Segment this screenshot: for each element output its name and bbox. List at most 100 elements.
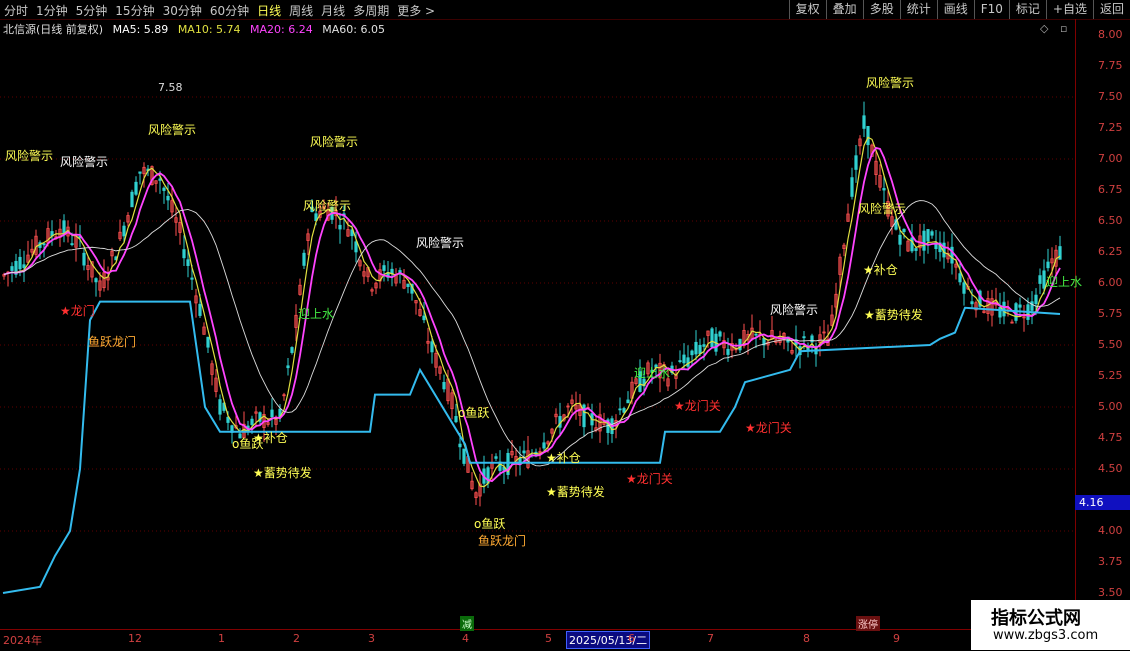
candle-body <box>970 301 974 305</box>
date-tick: 2024年 <box>3 634 42 647</box>
candle-body <box>882 188 886 191</box>
candle-body <box>10 266 14 271</box>
current-price-tag: 4.16 <box>1075 495 1130 510</box>
date-tick: 5 <box>545 632 552 645</box>
watermark-url: www.zbgs3.com <box>993 628 1099 643</box>
price-axis: 8.00 7.75 7.50 7.25 7.00 6.75 6.50 6.25 6.00 5.75… <box>1075 19 1130 629</box>
candle-body <box>626 399 630 404</box>
signal-label: 迎上水 <box>298 307 335 321</box>
toolbar-button[interactable]: 画线 <box>936 0 974 19</box>
price-tick: 4.75 <box>1098 431 1123 444</box>
date-tick: 4 <box>462 632 469 645</box>
candle-body <box>1034 294 1038 305</box>
event-limit-up-badge[interactable]: 涨停 <box>856 616 880 631</box>
signal-label: 风险警示 <box>5 149 54 163</box>
candle-body <box>922 230 926 251</box>
candle-body <box>94 278 98 283</box>
candle-body <box>182 249 186 259</box>
candle-body <box>206 336 210 348</box>
period-tab[interactable]: 多周期 <box>353 2 389 19</box>
period-tab[interactable]: 更多 > <box>397 2 435 19</box>
price-tick: 6.50 <box>1098 214 1123 227</box>
candle-body <box>898 234 902 245</box>
candle-body <box>138 171 142 174</box>
candle-body <box>82 252 86 266</box>
candle-body <box>1046 261 1050 269</box>
toolbar-button[interactable]: 叠加 <box>825 0 863 19</box>
candle-body <box>690 350 694 356</box>
signal-label: 迎上水 <box>1046 275 1083 289</box>
signal-label: 风险警示 <box>148 123 197 137</box>
signal-label: ★蓄势待发 <box>253 466 312 480</box>
candle-body <box>134 181 138 195</box>
candle-body <box>998 307 1002 318</box>
candle-body <box>338 224 342 230</box>
candle-body <box>1038 275 1042 284</box>
signal-label: ★蓄势待发 <box>546 485 605 499</box>
toolbar-button[interactable]: F10 <box>973 0 1009 19</box>
signal-label: 风险警示 <box>770 303 819 317</box>
toolbar-button[interactable]: 返回 <box>1092 0 1130 19</box>
toolbar-button[interactable]: 复权 <box>788 0 826 19</box>
signal-label: 鱼跃龙门 <box>88 335 137 349</box>
candle-body <box>698 344 702 354</box>
period-tab[interactable]: 60分钟 <box>210 2 249 19</box>
period-tab[interactable]: 周线 <box>289 2 313 19</box>
signal-label: 风险警示 <box>866 76 915 90</box>
candle-body <box>454 416 458 423</box>
period-tab[interactable]: 5分钟 <box>76 2 108 19</box>
candle-body <box>218 399 222 415</box>
date-tick: 8 <box>803 632 810 645</box>
candle-body <box>850 177 854 197</box>
toolbar-button[interactable]: +自选 <box>1045 0 1093 19</box>
candle-body <box>70 243 74 246</box>
price-tick: 7.75 <box>1098 59 1123 72</box>
candle-body <box>18 256 22 270</box>
candle-body <box>910 237 914 252</box>
candle-body <box>130 191 134 208</box>
toolbar-button[interactable]: 多股 <box>862 0 900 19</box>
price-tick: 5.00 <box>1098 400 1123 413</box>
toolbar-button[interactable]: 统计 <box>899 0 937 19</box>
candle-body <box>902 228 906 233</box>
signal-label: ★补仓 <box>253 431 288 445</box>
candle-body <box>618 408 622 411</box>
period-tab[interactable]: 日线 <box>257 2 281 19</box>
date-tick: 12 <box>128 632 142 645</box>
date-tick: 7 <box>707 632 714 645</box>
candle-body <box>958 273 962 283</box>
signal-label: 风险警示 <box>303 199 352 213</box>
signal-label: 风险警示 <box>416 236 465 250</box>
toolbar-button[interactable]: 标记 <box>1008 0 1046 19</box>
kline-chart[interactable]: 7.58 <box>0 19 1075 629</box>
candle-body <box>1030 301 1034 311</box>
date-tick: 1 <box>218 632 225 645</box>
period-tab[interactable]: 分时 <box>4 2 28 19</box>
price-tick: 7.00 <box>1098 152 1123 165</box>
period-tab[interactable]: 1分钟 <box>36 2 68 19</box>
price-tick: 4.50 <box>1098 462 1123 475</box>
candle-body <box>430 341 434 353</box>
candle-body <box>718 331 722 337</box>
candle-body <box>422 315 426 321</box>
candle-body <box>622 408 626 413</box>
candle-body <box>250 418 254 425</box>
signal-label: ★蓄势待发 <box>864 308 923 322</box>
candle-body <box>522 450 526 454</box>
signal-label: 迎上水 <box>634 366 671 380</box>
signal-label: ★龙门关 <box>745 421 792 435</box>
price-tick: 3.50 <box>1098 586 1123 599</box>
candle-body <box>462 448 466 464</box>
period-tab[interactable]: 30分钟 <box>163 2 202 19</box>
candle-body <box>686 357 690 367</box>
period-tab[interactable]: 15分钟 <box>115 2 154 19</box>
candle-body <box>382 265 386 271</box>
candle-body <box>166 195 170 201</box>
event-reduce-badge[interactable]: 减 <box>460 616 474 631</box>
candle-body <box>694 341 698 355</box>
candle-body <box>198 303 202 316</box>
support-line <box>2 300 1061 594</box>
period-tab[interactable]: 月线 <box>321 2 345 19</box>
cursor-date: 2025/05/13/二 <box>566 631 651 649</box>
price-tick: 3.75 <box>1098 555 1123 568</box>
